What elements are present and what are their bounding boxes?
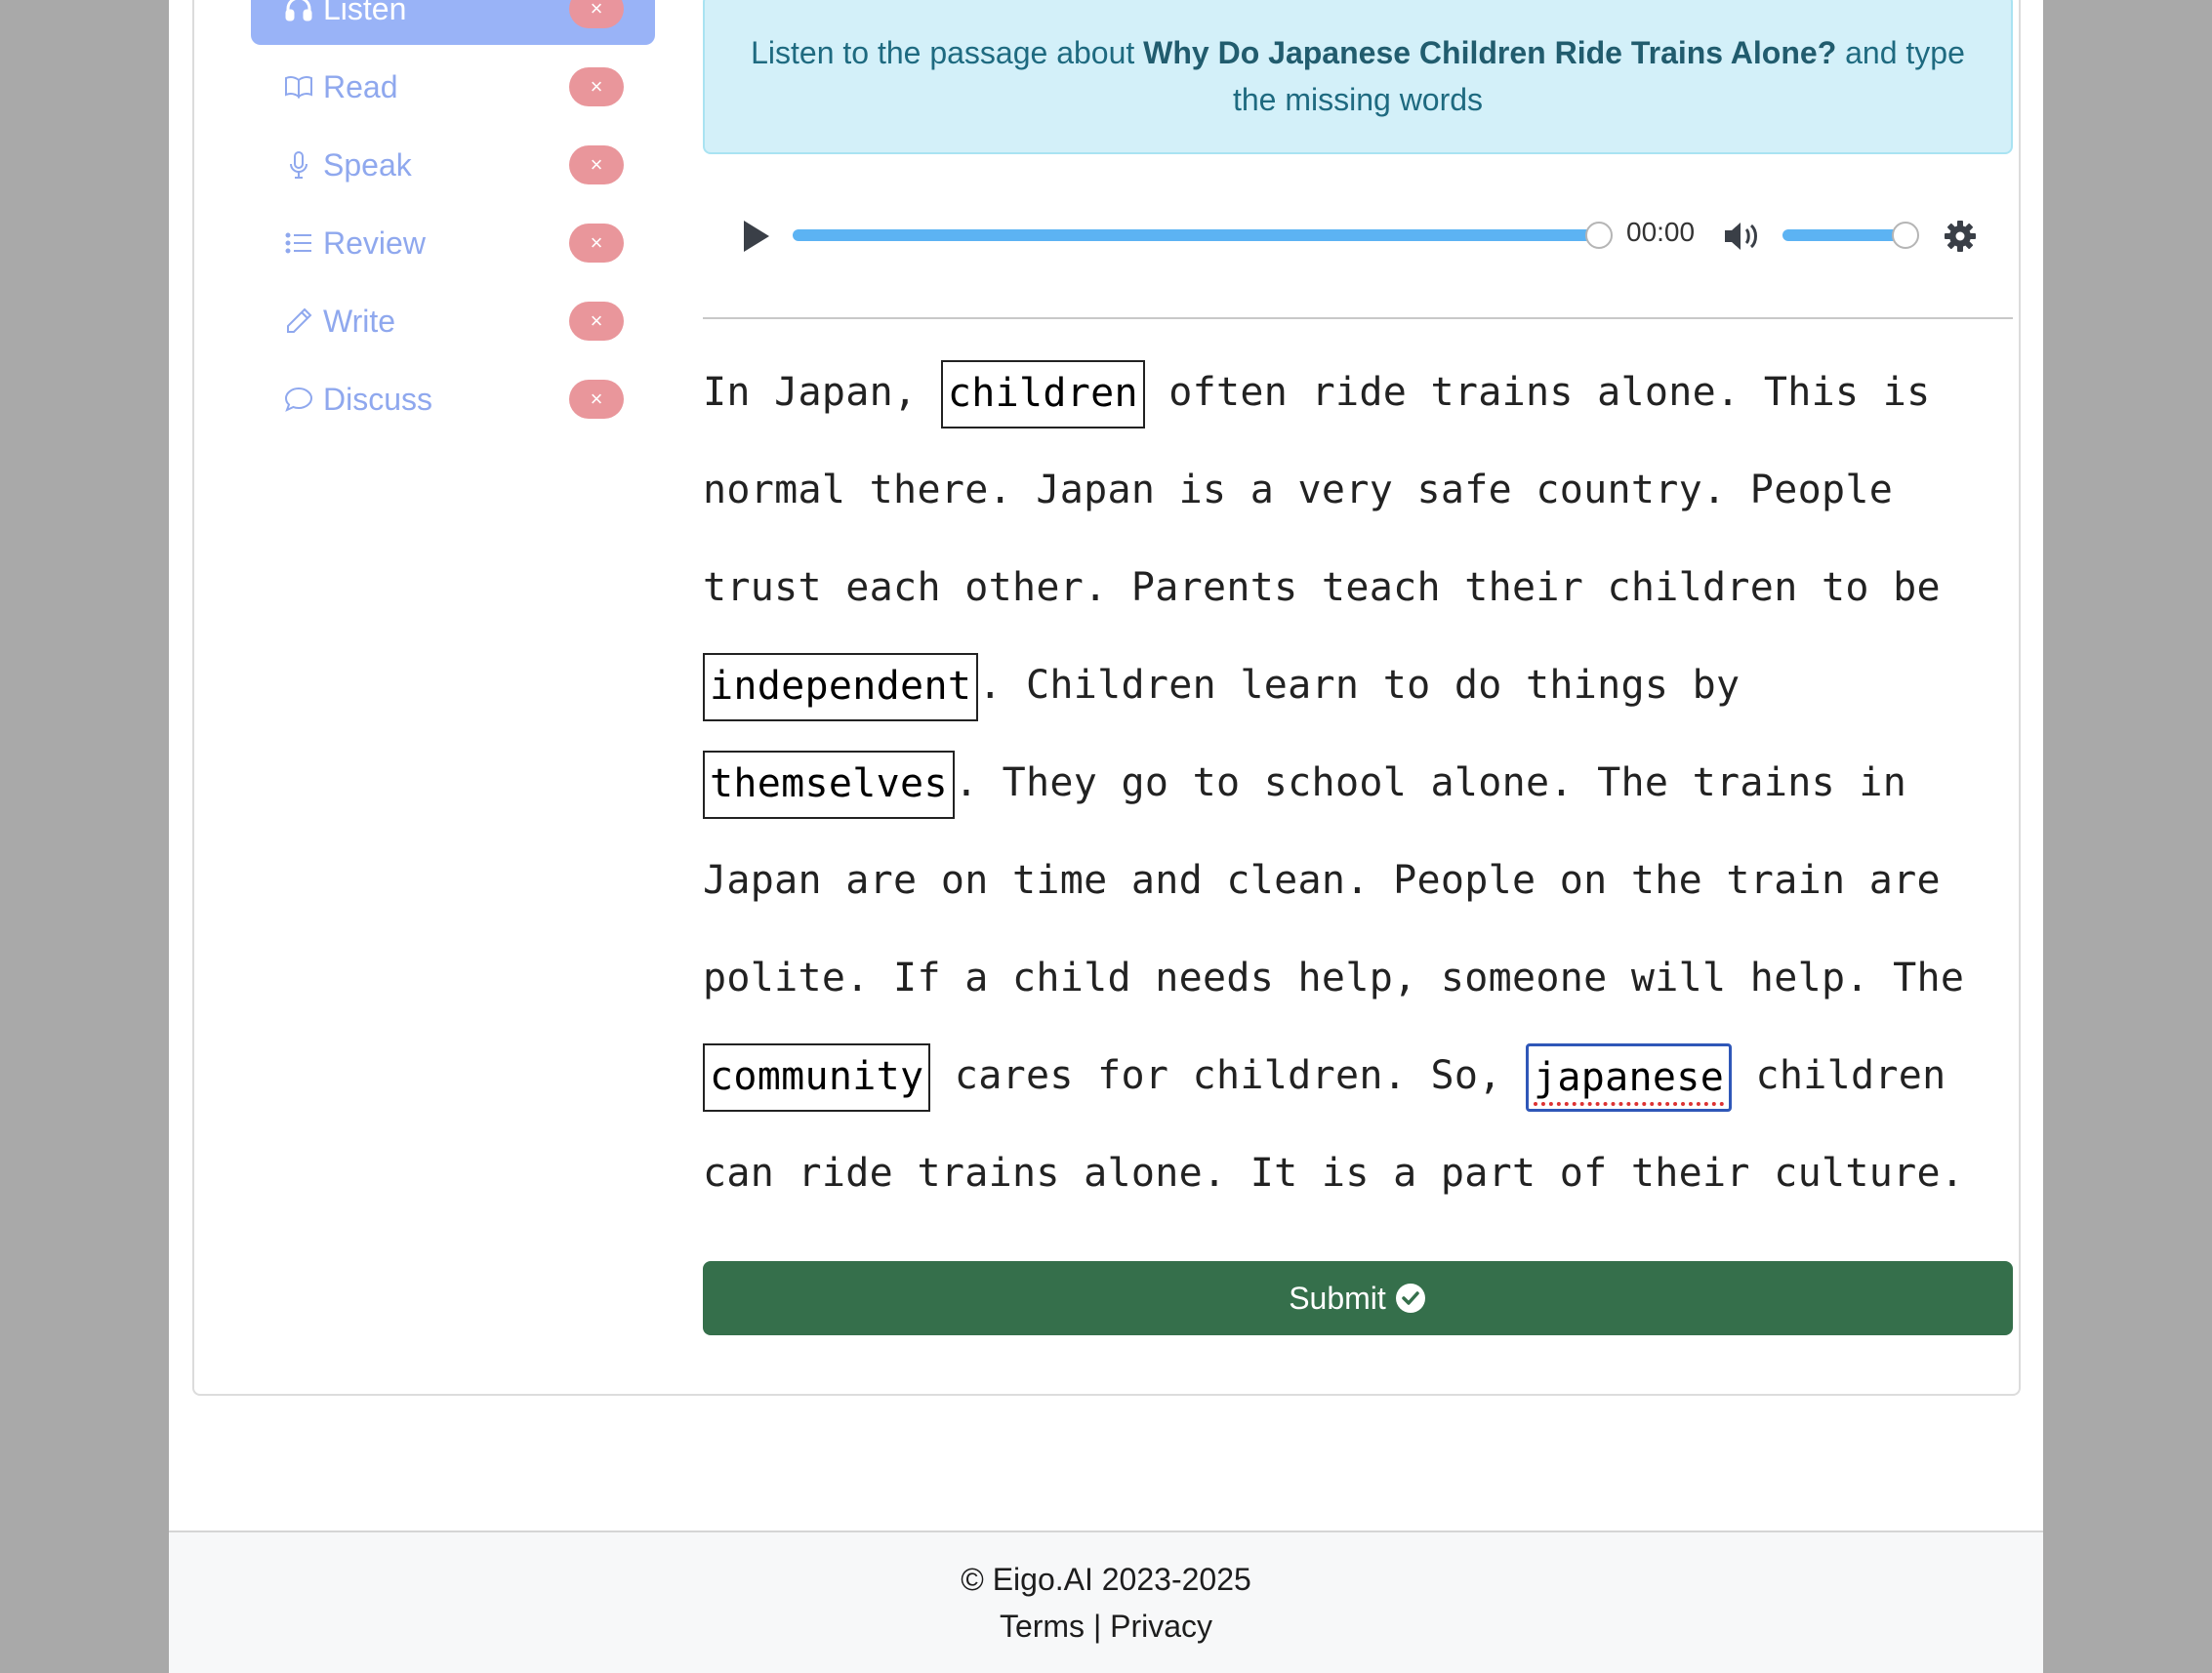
terms-link[interactable]: Terms [1000, 1609, 1085, 1644]
submit-label: Submit [1289, 1280, 1386, 1316]
volume-handle[interactable] [1892, 222, 1919, 249]
play-icon[interactable] [736, 217, 775, 256]
blank-input[interactable]: community [703, 1043, 931, 1112]
sidebar-item-label: Review [323, 224, 426, 261]
sidebar-item-label: Read [323, 68, 398, 104]
passage-segment: In Japan, [703, 370, 941, 415]
privacy-link[interactable]: Privacy [1110, 1609, 1212, 1644]
remove-badge[interactable]: × [569, 224, 624, 263]
chat-bubble-icon [282, 383, 315, 416]
sidebar-item-read[interactable]: Read × [251, 51, 655, 123]
page: Listen × Read × Speak × Review × Write ×… [169, 0, 2043, 1673]
sidebar-item-review[interactable]: Review × [251, 207, 655, 279]
gear-icon[interactable] [1943, 219, 1978, 254]
passage-segment: . Children learn to do things by [978, 663, 1741, 708]
sidebar-item-label: Listen [323, 0, 407, 26]
sidebar-item-label: Write [323, 303, 396, 339]
blank-input-focused[interactable]: japanese [1526, 1043, 1733, 1112]
list-icon [282, 226, 315, 260]
audio-time: 00:00 [1626, 217, 1696, 247]
instructions-alert: Listen to the passage about Why Do Japan… [703, 0, 2013, 154]
passage-text: In Japan, children often ride trains alo… [703, 344, 2013, 1222]
remove-badge[interactable]: × [569, 67, 624, 106]
sidebar-item-discuss[interactable]: Discuss × [251, 363, 655, 435]
audio-progress-handle[interactable] [1585, 222, 1613, 249]
pencil-icon [282, 305, 315, 338]
remove-badge[interactable]: × [569, 0, 624, 28]
blank-input[interactable]: themselves [703, 751, 955, 819]
sidebar-item-label: Discuss [323, 381, 433, 417]
passage-segment: cares for children. So, [930, 1053, 1527, 1098]
footer-separator: | [1085, 1609, 1111, 1644]
copyright: © Eigo.AI 2023-2025 [961, 1562, 1251, 1597]
audio-progress-bar[interactable] [793, 229, 1593, 241]
passage-title: Why Do Japanese Children Ride Trains Alo… [1143, 35, 1837, 70]
blank-input[interactable]: children [940, 360, 1145, 428]
volume-slider[interactable] [1782, 229, 1907, 241]
microphone-icon [282, 148, 315, 182]
sidebar-item-label: Speak [323, 146, 412, 183]
check-circle-icon [1395, 1284, 1425, 1313]
volume-icon[interactable] [1722, 219, 1761, 254]
remove-badge[interactable]: × [569, 145, 624, 184]
book-icon [282, 70, 315, 103]
submit-button[interactable]: Submit [703, 1261, 2013, 1335]
footer-links: Terms | Privacy [169, 1603, 2043, 1650]
divider [703, 317, 2013, 319]
blank-input[interactable]: independent [703, 653, 979, 721]
remove-badge[interactable]: × [569, 380, 624, 419]
audio-player: 00:00 [703, 197, 2013, 275]
lesson-card: Listen × Read × Speak × Review × Write ×… [192, 0, 2021, 1396]
sidebar-item-write[interactable]: Write × [251, 285, 655, 357]
sidebar-item-listen[interactable]: Listen × [251, 0, 655, 45]
instructions-prefix: Listen to the passage about [751, 35, 1144, 70]
sidebar-item-speak[interactable]: Speak × [251, 129, 655, 201]
remove-badge[interactable]: × [569, 302, 624, 341]
headphones-icon [282, 0, 315, 25]
footer: © Eigo.AI 2023-2025 Terms | Privacy [169, 1530, 2043, 1673]
